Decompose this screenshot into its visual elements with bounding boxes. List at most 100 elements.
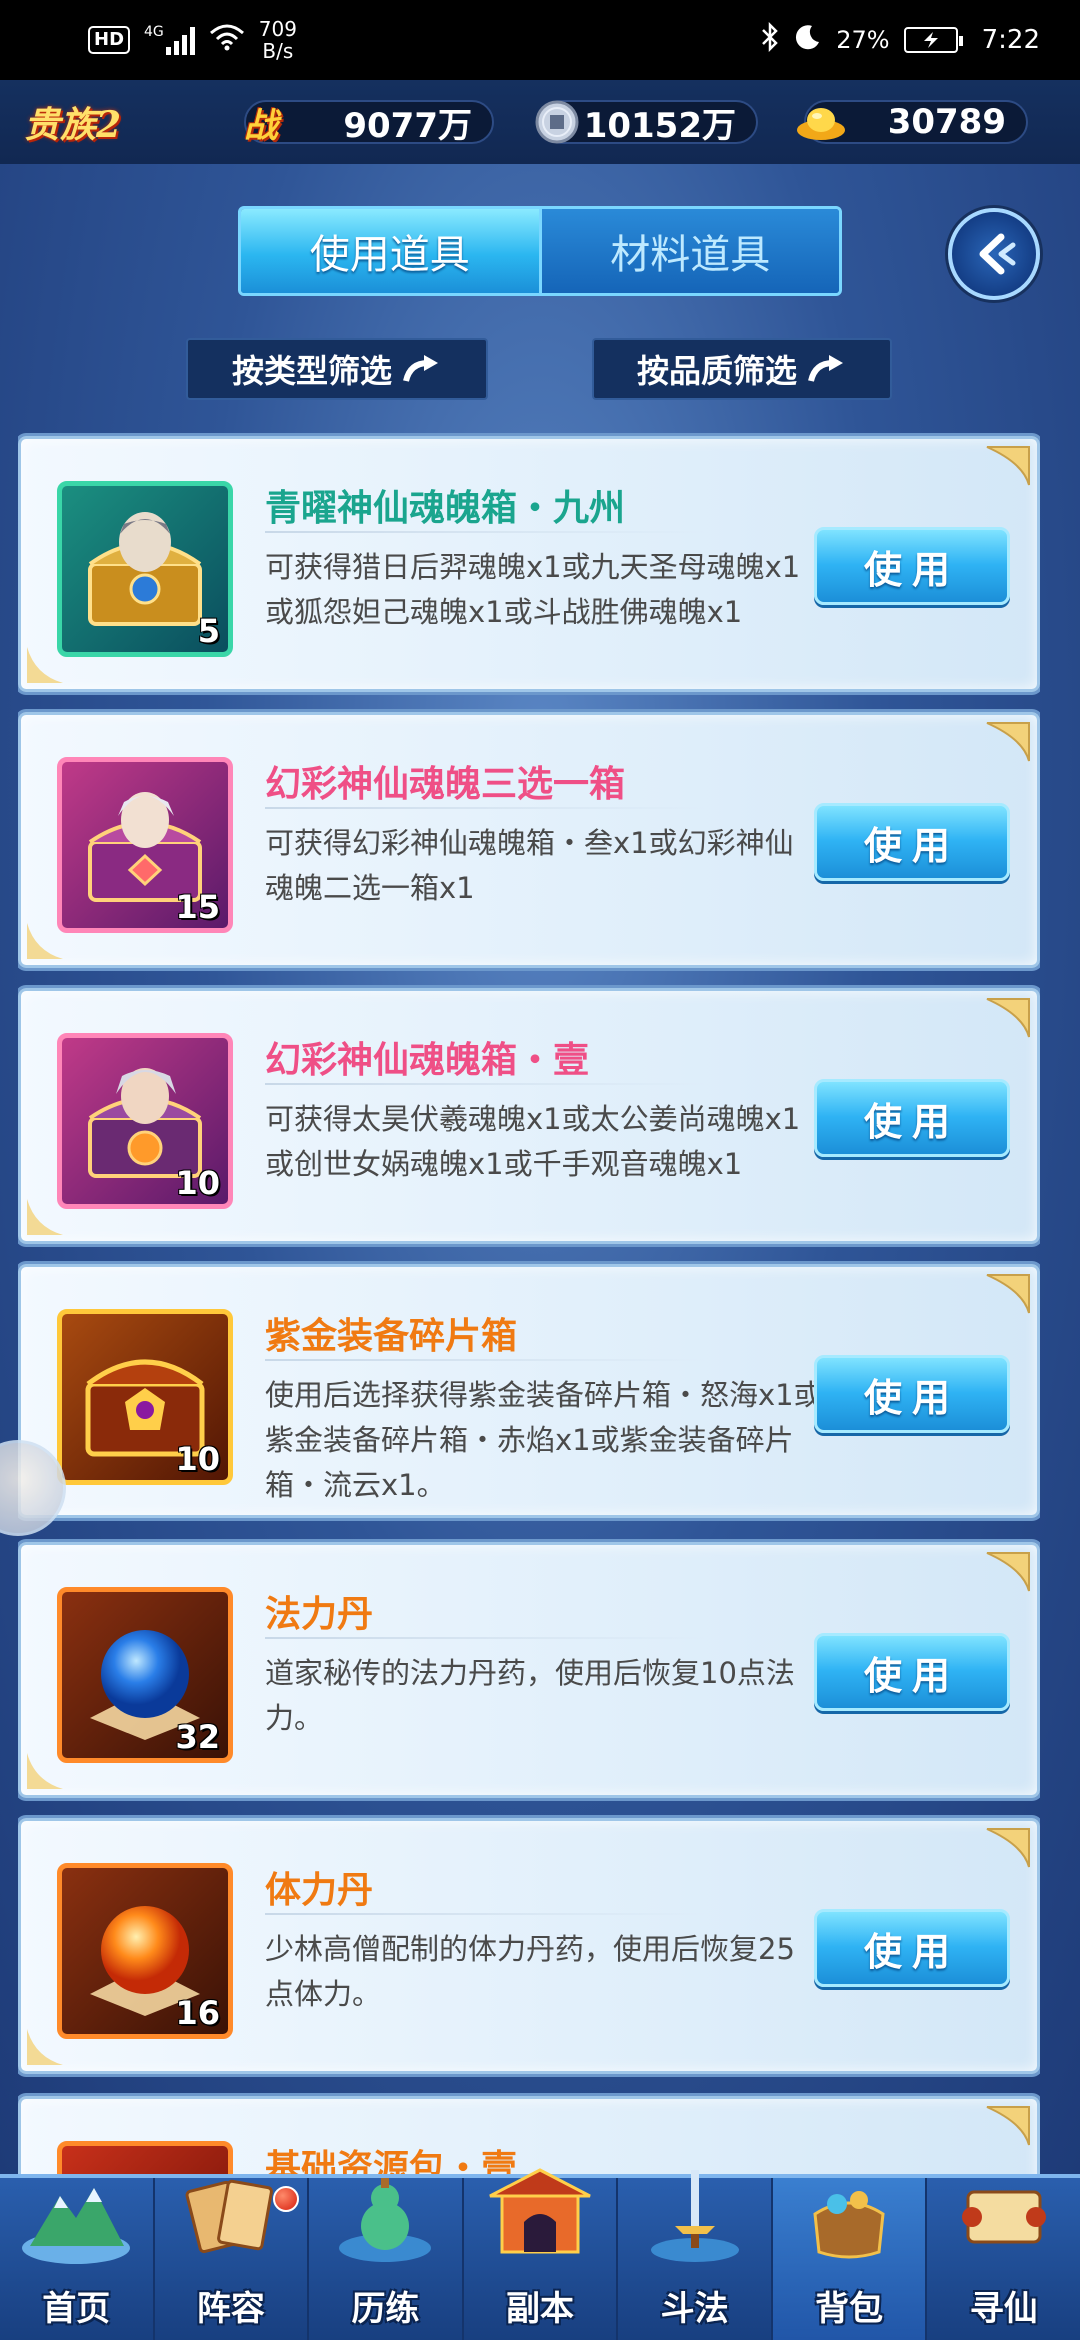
item-name: 幻彩神仙魂魄三选一箱 [265, 764, 626, 805]
item-icon[interactable]: 10 [57, 1033, 233, 1209]
scroll-seek-icon [961, 2190, 1046, 2244]
cellular-signal-icon: 4G [144, 25, 195, 55]
network-speed: 709 B/s [258, 17, 297, 63]
divider [265, 807, 705, 809]
item-list[interactable]: 5 青曜神仙魂魄箱・九州 可获得猎日后羿魂魄x1或九天圣母魂魄x1或狐怨妲己魂魄… [18, 432, 1040, 2176]
combat-power-icon: 战 [244, 105, 278, 146]
nav-item-dungeon[interactable]: 副本 [464, 2168, 619, 2340]
corner-ornament-icon [986, 1274, 1030, 1314]
divider [265, 531, 705, 533]
hd-badge: HD [88, 26, 131, 54]
item-description: 可获得幻彩神仙魂魄箱・叁x1或幻彩神仙魂魄二选一箱x1 [265, 826, 794, 905]
nav-item-lineup[interactable]: 阵容 [155, 2178, 310, 2340]
item-icon[interactable]: 10 [57, 1309, 233, 1485]
nav-label: 背包 [815, 2289, 884, 2329]
filter-by-type-label: 按类型筛选 [231, 352, 392, 390]
corner-ornament-icon [986, 1552, 1030, 1592]
status-bar: HD 4G 709 B/s 27% 7:22 [0, 0, 1080, 80]
item-name: 幻彩神仙魂魄箱・壹 [265, 1040, 590, 1081]
divider [265, 1637, 705, 1639]
filter-by-quality-button[interactable]: 按品质筛选 [592, 338, 892, 400]
nav-item-bag[interactable]: 背包 [772, 2178, 928, 2340]
item-icon[interactable]: 15 [57, 757, 233, 933]
tab-material-items[interactable]: 材料道具 [538, 209, 839, 293]
coin-value: 10152万 [583, 105, 736, 146]
item-name: 青曜神仙魂魄箱・九州 [265, 488, 626, 529]
nav-label: 寻仙 [969, 2289, 1038, 2329]
clock: 7:22 [981, 25, 1040, 55]
nav-item-training[interactable]: 历练 [309, 2178, 464, 2340]
bottom-navigation: 首页 阵容 历练 副本 斗法 背包 寻仙 [0, 2168, 1080, 2340]
nav-item-seek-immortal[interactable]: 寻仙 [927, 2178, 1080, 2340]
item-name: 法力丹 [265, 1594, 374, 1635]
moon-icon [794, 23, 822, 57]
item-count: 10 [175, 1440, 220, 1478]
back-arrow-icon [979, 233, 1016, 275]
item-category-tabs: 使用道具 材料道具 [238, 206, 842, 296]
item-name: 体力丹 [265, 1870, 374, 1911]
nav-label: 首页 [42, 2289, 111, 2329]
item-description: 使用后选择获得紫金装备碎片箱・怒海x1或紫金装备碎片箱・赤焰x1或紫金装备碎片箱… [265, 1378, 823, 1502]
gold-value: 30789 [887, 102, 1006, 142]
item-icon[interactable]: 32 [57, 1587, 233, 1763]
list-item: 10 紫金装备碎片箱 使用后选择获得紫金装备碎片箱・怒海x1或紫金装备碎片箱・赤… [18, 1264, 1040, 1518]
divider [265, 1359, 705, 1361]
nav-label: 斗法 [660, 2289, 729, 2329]
item-count: 32 [175, 1718, 220, 1756]
item-count: 10 [175, 1164, 220, 1202]
use-button[interactable]: 使用 [814, 803, 1010, 881]
battery-percent: 27% [836, 26, 890, 54]
use-button[interactable]: 使用 [814, 1079, 1010, 1157]
item-icon[interactable]: 5 [57, 481, 233, 657]
temple-gate-icon [489, 2168, 591, 2254]
mountain-home-icon [22, 2188, 131, 2264]
corner-ornament-icon [986, 722, 1030, 762]
item-count: 15 [175, 888, 220, 926]
use-button[interactable]: 使用 [814, 1355, 1010, 1433]
item-description: 少林高僧配制的体力丹药，使用后恢复25点体力。 [265, 1932, 795, 2011]
corner-ornament-icon [986, 2106, 1030, 2146]
filter-by-type-button[interactable]: 按类型筛选 [186, 338, 488, 400]
divider [265, 1913, 705, 1915]
combat-power: 9077万 战 [244, 97, 494, 147]
gold-ingot-icon [794, 95, 848, 149]
nav-label: 阵容 [196, 2289, 265, 2329]
gold-balance: 30789 [797, 97, 1028, 147]
corner-ornament-icon [986, 1828, 1030, 1868]
curved-arrow-icon [808, 355, 843, 382]
cards-lineup-icon [185, 2179, 273, 2254]
list-item: 5 青曜神仙魂魄箱・九州 可获得猎日后羿魂魄x1或九天圣母魂魄x1或狐怨妲己魂魄… [18, 436, 1040, 692]
filter-by-quality-label: 按品质筛选 [636, 352, 797, 390]
bluetooth-icon [760, 21, 780, 58]
battery-charging-icon [903, 27, 963, 53]
item-description: 道家秘传的法力丹药，使用后恢复10点法力。 [265, 1656, 795, 1735]
nav-item-duel[interactable]: 斗法 [618, 2170, 773, 2340]
noble-rank[interactable]: 贵族2 [24, 96, 214, 148]
list-item: 16 体力丹 少林高僧配制的体力丹药，使用后恢复25点体力。 使用 [18, 1818, 1040, 2074]
coin-balance: 10152万 [535, 97, 758, 147]
use-button[interactable]: 使用 [814, 527, 1010, 605]
notification-dot [273, 2186, 300, 2212]
list-item: 15 幻彩神仙魂魄三选一箱 可获得幻彩神仙魂魄箱・叁x1或幻彩神仙魂魄二选一箱x… [18, 712, 1040, 968]
item-name: 紫金装备碎片箱 [265, 1316, 518, 1357]
item-description: 可获得猎日后羿魂魄x1或九天圣母魂魄x1或狐怨妲己魂魄x1或斗战胜佛魂魄x1 [265, 550, 801, 629]
divider [265, 1083, 705, 1085]
treasure-bag-icon [813, 2191, 885, 2259]
curved-arrow-icon [403, 355, 438, 382]
sword-duel-icon [650, 2170, 739, 2262]
back-button[interactable] [948, 208, 1040, 300]
wifi-icon [209, 23, 245, 57]
nav-label: 历练 [351, 2289, 420, 2329]
item-icon[interactable]: 16 [57, 1863, 233, 2039]
nav-item-home[interactable]: 首页 [0, 2178, 155, 2340]
tab-use-items[interactable]: 使用道具 [241, 209, 539, 293]
use-button[interactable]: 使用 [814, 1633, 1010, 1711]
coin-icon [530, 95, 584, 149]
resource-bar: 贵族2 9077万 战 10152万 30789 [0, 80, 1080, 164]
item-count: 5 [197, 612, 220, 650]
nav-label: 副本 [506, 2289, 575, 2329]
use-button[interactable]: 使用 [814, 1909, 1010, 1987]
item-description: 可获得太昊伏羲魂魄x1或太公姜尚魂魄x1或创世女娲魂魄x1或千手观音魂魄x1 [265, 1102, 801, 1181]
list-item: 10 幻彩神仙魂魄箱・壹 可获得太昊伏羲魂魄x1或太公姜尚魂魄x1或创世女娲魂魄… [18, 988, 1040, 1244]
gourd-training-icon [339, 2178, 432, 2262]
